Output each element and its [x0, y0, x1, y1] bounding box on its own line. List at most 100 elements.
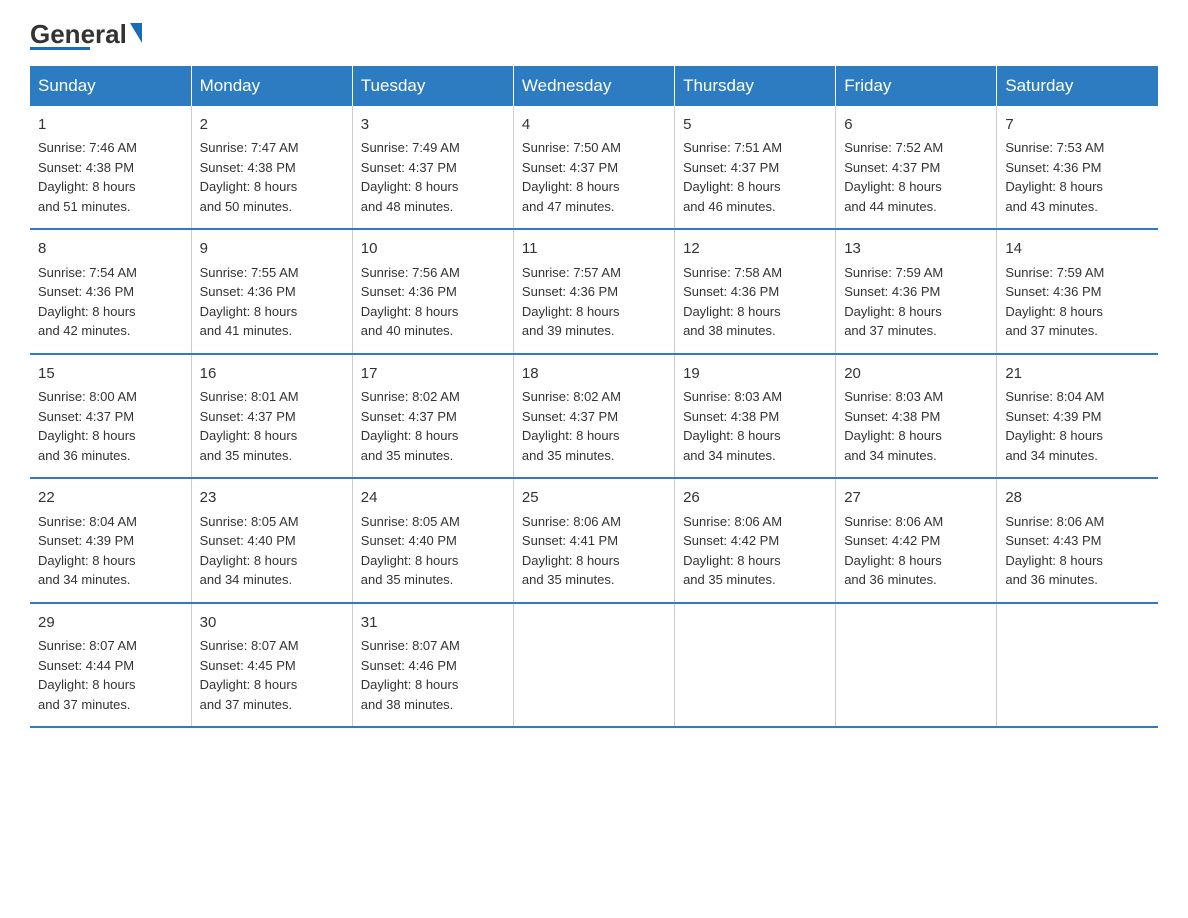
- logo-triangle-icon: [130, 23, 142, 43]
- calendar-cell: 17 Sunrise: 8:02 AMSunset: 4:37 PMDayligh…: [352, 354, 513, 479]
- day-info: Sunrise: 8:07 AMSunset: 4:45 PMDaylight:…: [200, 638, 299, 712]
- day-number: 18: [522, 363, 666, 386]
- day-info: Sunrise: 7:46 AMSunset: 4:38 PMDaylight:…: [38, 140, 137, 214]
- calendar-cell: 9Sunrise: 7:55 AMSunset: 4:36 PMDaylight…: [191, 229, 352, 354]
- day-number: 7: [1005, 114, 1150, 137]
- calendar-cell: 31 Sunrise: 8:07 AMSunset: 4:46 PMDayligh…: [352, 603, 513, 728]
- calendar-cell: 3 Sunrise: 7:49 AMSunset: 4:37 PMDaylight…: [352, 106, 513, 230]
- calendar-cell: 23 Sunrise: 8:05 AMSunset: 4:40 PMDayligh…: [191, 478, 352, 603]
- day-info: Sunrise: 8:06 AMSunset: 4:43 PMDaylight:…: [1005, 514, 1104, 588]
- calendar-cell: 18 Sunrise: 8:02 AMSunset: 4:37 PMDayligh…: [513, 354, 674, 479]
- day-number: 13: [844, 238, 988, 261]
- col-header-friday: Friday: [836, 66, 997, 106]
- day-info: Sunrise: 8:04 AMSunset: 4:39 PMDaylight:…: [38, 514, 137, 588]
- calendar-week-row: 8 Sunrise: 7:54 AMSunset: 4:36 PMDaylight…: [30, 229, 1158, 354]
- calendar-cell: 22 Sunrise: 8:04 AMSunset: 4:39 PMDayligh…: [30, 478, 191, 603]
- day-number: 10: [361, 238, 505, 261]
- calendar-week-row: 22 Sunrise: 8:04 AMSunset: 4:39 PMDayligh…: [30, 478, 1158, 603]
- col-header-thursday: Thursday: [675, 66, 836, 106]
- day-number: 24: [361, 487, 505, 510]
- day-info: Sunrise: 7:59 AMSunset: 4:36 PMDaylight:…: [844, 265, 943, 339]
- calendar-cell: 29 Sunrise: 8:07 AMSunset: 4:44 PMDayligh…: [30, 603, 191, 728]
- day-number: 5: [683, 114, 827, 137]
- col-header-monday: Monday: [191, 66, 352, 106]
- day-number: 25: [522, 487, 666, 510]
- calendar-header-row: SundayMondayTuesdayWednesdayThursdayFrid…: [30, 66, 1158, 106]
- day-info: Sunrise: 7:54 AMSunset: 4:36 PMDaylight:…: [38, 265, 137, 339]
- day-info: Sunrise: 7:49 AMSunset: 4:37 PMDaylight:…: [361, 140, 460, 214]
- calendar-cell: 1 Sunrise: 7:46 AMSunset: 4:38 PMDaylight…: [30, 106, 191, 230]
- calendar-cell: 16 Sunrise: 8:01 AMSunset: 4:37 PMDayligh…: [191, 354, 352, 479]
- calendar-cell: 13 Sunrise: 7:59 AMSunset: 4:36 PMDayligh…: [836, 229, 997, 354]
- day-info: Sunrise: 7:47 AMSunset: 4:38 PMDaylight:…: [200, 140, 299, 214]
- calendar-cell: 24 Sunrise: 8:05 AMSunset: 4:40 PMDayligh…: [352, 478, 513, 603]
- calendar-cell: [997, 603, 1158, 728]
- calendar-cell: [675, 603, 836, 728]
- calendar-cell: 5 Sunrise: 7:51 AMSunset: 4:37 PMDaylight…: [675, 106, 836, 230]
- day-info: Sunrise: 8:01 AMSunset: 4:37 PMDaylight:…: [200, 389, 299, 463]
- day-info: Sunrise: 8:00 AMSunset: 4:37 PMDaylight:…: [38, 389, 137, 463]
- day-number: 19: [683, 363, 827, 386]
- calendar-cell: 10 Sunrise: 7:56 AMSunset: 4:36 PMDayligh…: [352, 229, 513, 354]
- calendar-cell: 11 Sunrise: 7:57 AMSunset: 4:36 PMDayligh…: [513, 229, 674, 354]
- day-number: 31: [361, 612, 505, 635]
- calendar-cell: 19 Sunrise: 8:03 AMSunset: 4:38 PMDayligh…: [675, 354, 836, 479]
- day-info: Sunrise: 8:03 AMSunset: 4:38 PMDaylight:…: [683, 389, 782, 463]
- day-info: Sunrise: 7:56 AMSunset: 4:36 PMDaylight:…: [361, 265, 460, 339]
- day-info: Sunrise: 8:04 AMSunset: 4:39 PMDaylight:…: [1005, 389, 1104, 463]
- calendar-cell: 8 Sunrise: 7:54 AMSunset: 4:36 PMDaylight…: [30, 229, 191, 354]
- day-info: Sunrise: 8:03 AMSunset: 4:38 PMDaylight:…: [844, 389, 943, 463]
- day-info: Sunrise: 8:07 AMSunset: 4:46 PMDaylight:…: [361, 638, 460, 712]
- col-header-sunday: Sunday: [30, 66, 191, 106]
- calendar-week-row: 1 Sunrise: 7:46 AMSunset: 4:38 PMDaylight…: [30, 106, 1158, 230]
- day-info: Sunrise: 8:02 AMSunset: 4:37 PMDaylight:…: [361, 389, 460, 463]
- col-header-tuesday: Tuesday: [352, 66, 513, 106]
- day-number: 23: [200, 487, 344, 510]
- calendar-cell: [836, 603, 997, 728]
- calendar-cell: 27 Sunrise: 8:06 AMSunset: 4:42 PMDayligh…: [836, 478, 997, 603]
- day-number: 26: [683, 487, 827, 510]
- day-number: 3: [361, 114, 505, 137]
- day-number: 30: [200, 612, 344, 635]
- day-number: 27: [844, 487, 988, 510]
- day-info: Sunrise: 8:02 AMSunset: 4:37 PMDaylight:…: [522, 389, 621, 463]
- day-info: Sunrise: 7:58 AMSunset: 4:36 PMDaylight:…: [683, 265, 782, 339]
- calendar-cell: 15 Sunrise: 8:00 AMSunset: 4:37 PMDayligh…: [30, 354, 191, 479]
- day-info: Sunrise: 7:57 AMSunset: 4:36 PMDaylight:…: [522, 265, 621, 339]
- calendar-cell: 21Sunrise: 8:04 AMSunset: 4:39 PMDayligh…: [997, 354, 1158, 479]
- day-number: 11: [522, 238, 666, 261]
- calendar-cell: 2 Sunrise: 7:47 AMSunset: 4:38 PMDaylight…: [191, 106, 352, 230]
- calendar-cell: 12Sunrise: 7:58 AMSunset: 4:36 PMDayligh…: [675, 229, 836, 354]
- logo-underline: [30, 47, 90, 50]
- day-number: 2: [200, 114, 344, 137]
- calendar-cell: 20Sunrise: 8:03 AMSunset: 4:38 PMDayligh…: [836, 354, 997, 479]
- day-number: 15: [38, 363, 183, 386]
- day-info: Sunrise: 8:06 AMSunset: 4:41 PMDaylight:…: [522, 514, 621, 588]
- calendar-cell: 14Sunrise: 7:59 AMSunset: 4:36 PMDayligh…: [997, 229, 1158, 354]
- day-number: 8: [38, 238, 183, 261]
- day-number: 6: [844, 114, 988, 137]
- day-number: 28: [1005, 487, 1150, 510]
- calendar-cell: [513, 603, 674, 728]
- day-info: Sunrise: 7:52 AMSunset: 4:37 PMDaylight:…: [844, 140, 943, 214]
- calendar-cell: 6 Sunrise: 7:52 AMSunset: 4:37 PMDaylight…: [836, 106, 997, 230]
- day-number: 29: [38, 612, 183, 635]
- calendar-cell: 25 Sunrise: 8:06 AMSunset: 4:41 PMDayligh…: [513, 478, 674, 603]
- day-number: 17: [361, 363, 505, 386]
- calendar-cell: 30 Sunrise: 8:07 AMSunset: 4:45 PMDayligh…: [191, 603, 352, 728]
- day-info: Sunrise: 7:51 AMSunset: 4:37 PMDaylight:…: [683, 140, 782, 214]
- day-info: Sunrise: 8:05 AMSunset: 4:40 PMDaylight:…: [200, 514, 299, 588]
- calendar-cell: 7Sunrise: 7:53 AMSunset: 4:36 PMDaylight…: [997, 106, 1158, 230]
- page-header: General: [30, 20, 1158, 50]
- day-info: Sunrise: 7:59 AMSunset: 4:36 PMDaylight:…: [1005, 265, 1104, 339]
- day-number: 1: [38, 114, 183, 137]
- day-info: Sunrise: 7:55 AMSunset: 4:36 PMDaylight:…: [200, 265, 299, 339]
- logo-general: General: [30, 20, 127, 49]
- day-info: Sunrise: 8:05 AMSunset: 4:40 PMDaylight:…: [361, 514, 460, 588]
- calendar-cell: 28 Sunrise: 8:06 AMSunset: 4:43 PMDayligh…: [997, 478, 1158, 603]
- day-number: 16: [200, 363, 344, 386]
- day-info: Sunrise: 8:07 AMSunset: 4:44 PMDaylight:…: [38, 638, 137, 712]
- day-info: Sunrise: 8:06 AMSunset: 4:42 PMDaylight:…: [844, 514, 943, 588]
- day-number: 4: [522, 114, 666, 137]
- day-number: 22: [38, 487, 183, 510]
